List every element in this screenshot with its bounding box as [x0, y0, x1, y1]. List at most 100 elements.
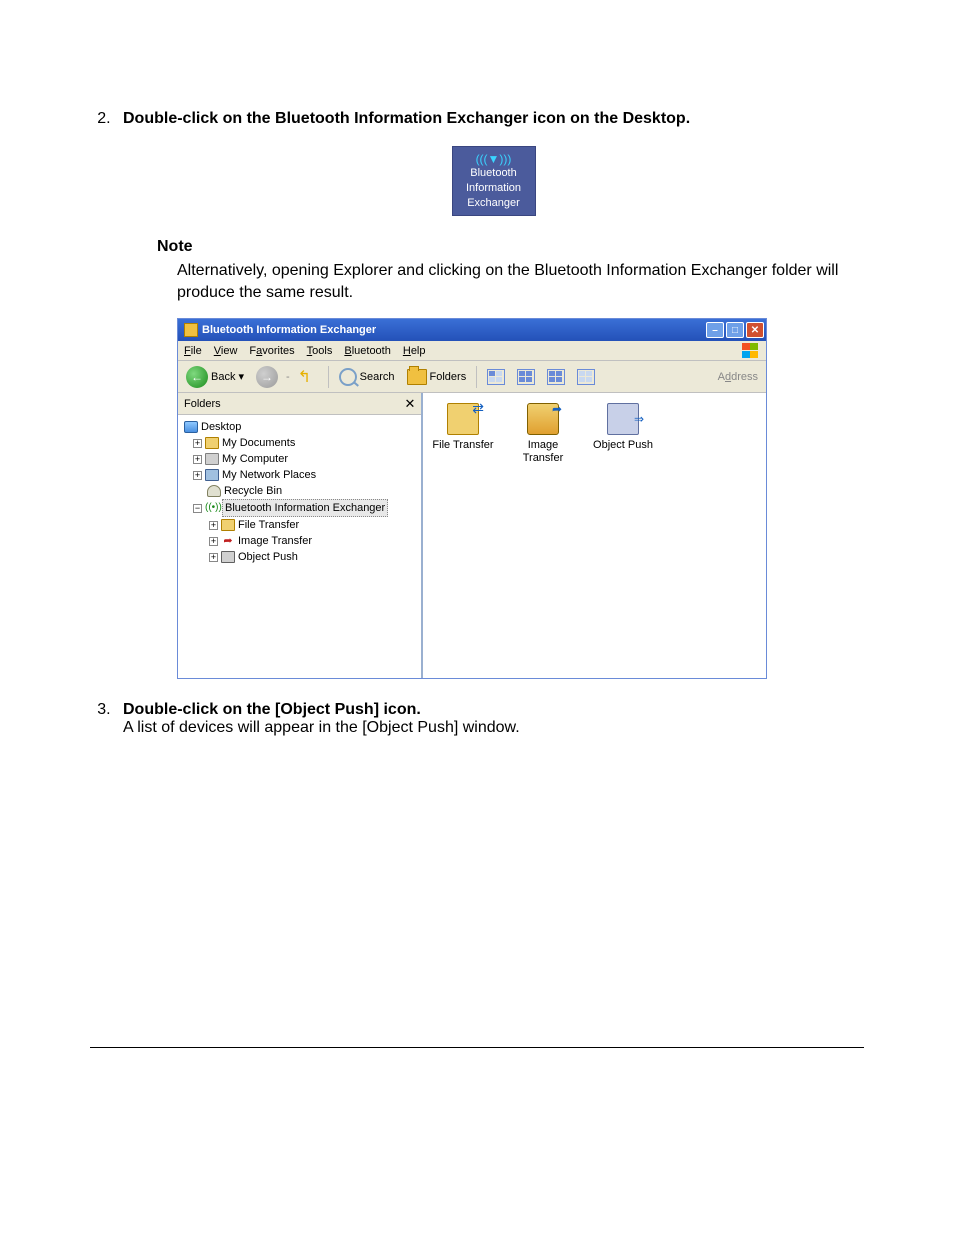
view-mode-icon [487, 369, 505, 385]
tree-node-op[interactable]: + Object Push [184, 549, 417, 565]
item-object-push[interactable]: Object Push [591, 403, 655, 452]
toolbar: ←Back▾ → - ↰ Search Folders Address [178, 361, 766, 393]
step-2: Double-click on the Bluetooth Informatio… [115, 110, 864, 216]
expand-icon[interactable]: + [209, 553, 218, 562]
tree-label: My Documents [222, 435, 295, 451]
expand-icon[interactable]: + [193, 439, 202, 448]
expand-icon[interactable]: + [209, 537, 218, 546]
step-3-body: A list of devices will appear in the [Ob… [123, 719, 520, 736]
desktop-icon-label-2: Information [455, 182, 533, 195]
up-button[interactable]: ↰ [294, 365, 322, 389]
object-push-icon [607, 403, 639, 435]
image-transfer-icon: ➦ [221, 533, 235, 549]
expand-icon[interactable]: + [193, 471, 202, 480]
tree-node-mydocs[interactable]: + My Documents [184, 435, 417, 451]
menu-bluetooth[interactable]: Bluetooth [344, 345, 391, 357]
tree-label: Desktop [201, 419, 241, 435]
view-icons-button[interactable] [483, 367, 509, 387]
content-pane: File Transfer Image Transfer Object Push [423, 393, 766, 678]
menu-view[interactable]: View [214, 345, 238, 357]
search-label: Search [360, 371, 395, 383]
minimize-button[interactable]: – [706, 322, 724, 338]
tree-label: My Computer [222, 451, 288, 467]
item-caption: File Transfer [431, 439, 495, 452]
tree-node-desktop[interactable]: Desktop [184, 419, 417, 435]
menu-file[interactable]: File [184, 345, 202, 357]
window-titlebar[interactable]: Bluetooth Information Exchanger – □ ✕ [178, 319, 766, 341]
view-mode-icon [517, 369, 535, 385]
maximize-button[interactable]: □ [726, 322, 744, 338]
object-push-icon [221, 551, 235, 563]
item-caption: Object Push [591, 439, 655, 452]
back-arrow-icon: ← [186, 366, 208, 388]
search-button[interactable]: Search [335, 366, 399, 388]
tree-node-bin[interactable]: Recycle Bin [184, 483, 417, 499]
forward-button[interactable]: → [252, 364, 282, 390]
desktop-icon-label-3: Exchanger [455, 197, 533, 210]
view-details-button[interactable] [543, 367, 569, 387]
tree-node-mynet[interactable]: + My Network Places [184, 467, 417, 483]
expand-icon[interactable]: + [193, 455, 202, 464]
view-list-button[interactable] [513, 367, 539, 387]
bluetooth-exchanger-desktop-icon: (((▼))) Bluetooth Information Exchanger [452, 146, 536, 216]
item-file-transfer[interactable]: File Transfer [431, 403, 495, 452]
step-3: Double-click on the [Object Push] icon. … [115, 701, 864, 737]
tree-label: Object Push [238, 549, 298, 565]
tree-node-img[interactable]: +➦Image Transfer [184, 533, 417, 549]
note-heading: Note [157, 238, 864, 256]
desktop-icon-label-1: Bluetooth [455, 167, 533, 180]
view-mode-icon [577, 369, 595, 385]
folders-pane-header: Folders ✕ [178, 393, 421, 415]
back-label: Back [211, 371, 235, 383]
note-body: Alternatively, opening Explorer and clic… [177, 260, 864, 305]
desktop-icon [184, 421, 198, 433]
tree-node-mycomp[interactable]: + My Computer [184, 451, 417, 467]
windows-logo-icon [742, 343, 760, 359]
window-body: Folders ✕ Desktop + My Documents + My Comp… [178, 393, 766, 678]
step-2-heading: Double-click on the Bluetooth Informatio… [123, 110, 690, 127]
folders-button[interactable]: Folders [403, 367, 471, 387]
footer-rule [90, 1047, 864, 1048]
menu-help[interactable]: Help [403, 345, 426, 357]
bluetooth-icon: ((•)) [205, 500, 219, 516]
menu-favorites[interactable]: Favorites [249, 345, 294, 357]
folder-tree: Desktop + My Documents + My Computer + My N… [178, 415, 421, 569]
menu-tools[interactable]: Tools [307, 345, 333, 357]
item-caption: Image Transfer [511, 439, 575, 465]
collapse-icon[interactable]: − [193, 504, 202, 513]
tree-label: Bluetooth Information Exchanger [222, 499, 388, 517]
recycle-bin-icon [207, 485, 221, 497]
folders-icon [407, 369, 427, 385]
folders-tree-pane: Folders ✕ Desktop + My Documents + My Comp… [178, 393, 423, 678]
toolbar-dash: - [286, 371, 290, 383]
folders-pane-title: Folders [184, 398, 403, 410]
explorer-window: Bluetooth Information Exchanger – □ ✕ Fi… [177, 318, 767, 679]
window-icon [184, 323, 198, 337]
file-transfer-icon [221, 519, 235, 531]
tree-node-bie[interactable]: −((•))Bluetooth Information Exchanger [184, 499, 417, 517]
folder-icon [205, 437, 219, 449]
view-mode-icon [547, 369, 565, 385]
folders-label: Folders [430, 371, 467, 383]
file-transfer-icon [447, 403, 479, 435]
address-label[interactable]: Address [718, 371, 762, 383]
menubar: File View Favorites Tools Bluetooth Help [178, 341, 766, 361]
tree-label: Recycle Bin [224, 483, 282, 499]
antenna-icon: (((▼))) [455, 153, 533, 165]
item-image-transfer[interactable]: Image Transfer [511, 403, 575, 465]
expand-icon[interactable]: + [209, 521, 218, 530]
folder-up-icon: ↰ [298, 367, 318, 387]
tree-label: My Network Places [222, 467, 316, 483]
view-thumbs-button[interactable] [573, 367, 599, 387]
network-icon [205, 469, 219, 481]
image-transfer-icon [527, 403, 559, 435]
window-title: Bluetooth Information Exchanger [202, 324, 706, 336]
toolbar-separator [476, 366, 477, 388]
step-3-heading: Double-click on the [Object Push] icon. [123, 701, 421, 718]
close-folders-pane-button[interactable]: ✕ [403, 397, 417, 411]
search-icon [339, 368, 357, 386]
tree-label: File Transfer [238, 517, 299, 533]
close-button[interactable]: ✕ [746, 322, 764, 338]
tree-node-ft[interactable]: + File Transfer [184, 517, 417, 533]
back-button[interactable]: ←Back▾ [182, 364, 248, 390]
